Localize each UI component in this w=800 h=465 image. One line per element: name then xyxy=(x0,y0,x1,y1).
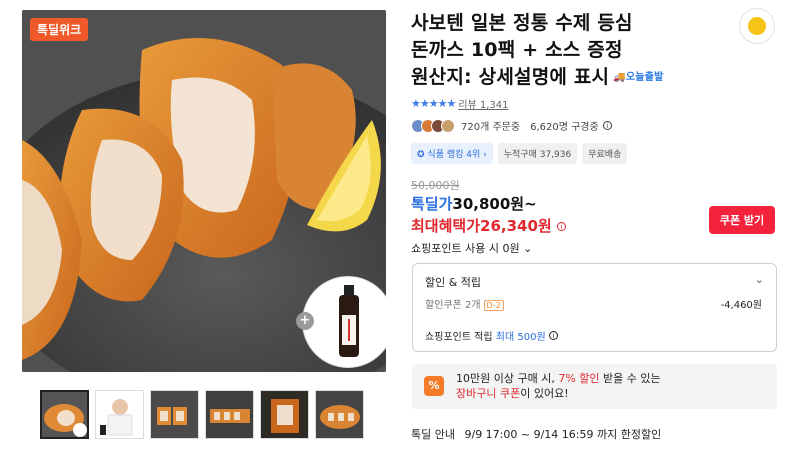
title-line-3: 원산지: 상세설명에 표시 🚚오늘출발 xyxy=(411,64,731,91)
cumulative-purchase-tag: 누적구매 37,936 xyxy=(497,143,578,164)
star-rating-icon: ★★★★★ xyxy=(411,97,456,110)
promo-line-2: 장바구니 쿠폰이 있어요! xyxy=(456,386,661,401)
points-value: 500원 xyxy=(517,332,546,343)
promo-line-2b: 이 있어요! xyxy=(520,387,569,400)
max-benefit-info-icon[interactable]: i xyxy=(556,222,566,231)
deal-info-label: 톡딜 안내 xyxy=(411,428,455,441)
info-icon[interactable]: i xyxy=(602,121,612,130)
percent-icon: % xyxy=(424,376,444,396)
orders-count: 720개 주문중 xyxy=(461,122,521,133)
points-use-label: 쇼핑포인트 사용 시 xyxy=(411,242,499,255)
promo-line-1a: 10만원 이상 구매 시, xyxy=(456,372,555,385)
original-price: 50,000원 xyxy=(411,179,460,192)
discount-panel-title: 할인 & 적립 xyxy=(425,276,482,289)
deal-price: 톡딜가30,800원~ xyxy=(411,193,537,214)
today-delivery-badge: 🚚오늘출발 xyxy=(613,64,663,91)
max-benefit-label: 최대혜택가 xyxy=(411,217,481,235)
ranking-tag[interactable]: ✪ 식품 랭킹 4위 › xyxy=(411,143,493,164)
promo-line-1b: 받을 수 있는 xyxy=(603,372,661,385)
points-use-dropdown[interactable]: 쇼핑포인트 사용 시 0원 ⌄ xyxy=(411,240,532,256)
deal-price-value: 30,800원~ xyxy=(452,195,537,213)
thumbnail-strip xyxy=(40,390,364,439)
deal-period: 9/9 17:00 ~ 9/14 16:59 까지 한정할인 xyxy=(464,428,662,441)
thumbnail-2[interactable] xyxy=(95,390,144,439)
title-line-1: 사보텐 일본 정통 수제 등심 xyxy=(411,12,633,34)
sauce-bottle-icon xyxy=(339,285,359,357)
thumbnail-5[interactable] xyxy=(260,390,309,439)
review-label: 리뷰 xyxy=(458,100,477,111)
deal-info-row: 톡딜 안내 9/9 17:00 ~ 9/14 16:59 까지 한정할인 xyxy=(411,426,661,442)
viewers-count: 6,620명 구경중 xyxy=(530,122,599,133)
thumbnail-4[interactable] xyxy=(205,390,254,439)
product-main-image[interactable]: 톡딜위크 + xyxy=(22,10,386,372)
coupon-discount-amount: -4,460원 xyxy=(720,300,762,311)
thumbnail-6[interactable] xyxy=(315,390,364,439)
add-option-icon[interactable]: + xyxy=(296,312,314,330)
review-link[interactable]: 리뷰 1,341 xyxy=(458,96,508,111)
rating-row: ★★★★★ 리뷰 1,341 xyxy=(411,96,509,111)
max-benefit-price: 최대혜택가26,340원 i xyxy=(411,215,566,236)
get-coupon-button[interactable]: 쿠폰 받기 xyxy=(709,206,775,234)
chevron-right-icon: › xyxy=(483,150,487,160)
ranking-tag-label: 식품 랭킹 4위 xyxy=(427,150,481,160)
product-title: 사보텐 일본 정통 수제 등심 돈까스 10팩 + 소스 증정 원산지: 상세설… xyxy=(411,10,731,91)
title-line-2: 돈까스 10팩 + 소스 증정 xyxy=(411,39,623,61)
promo-text: 10만원 이상 구매 시, 7% 할인 받을 수 있는 장바구니 쿠폰이 있어요… xyxy=(456,371,661,401)
truck-icon: 🚚 xyxy=(613,72,626,83)
week-deal-badge: 톡딜위크 xyxy=(30,18,89,41)
thumbnail-3[interactable] xyxy=(150,390,199,439)
deal-price-label: 톡딜가 xyxy=(411,195,453,213)
social-proof-row: 720개 주문중 6,620명 구경중 i xyxy=(411,118,612,133)
promo-line-1: 10만원 이상 구매 시, 7% 할인 받을 수 있는 xyxy=(456,371,661,386)
max-benefit-value: 26,340원 xyxy=(480,217,552,235)
free-shipping-tag: 무료배송 xyxy=(582,143,628,164)
points-info-icon[interactable]: i xyxy=(548,331,558,340)
brand-seal-icon xyxy=(739,8,775,44)
cart-coupon-promo[interactable]: % 10만원 이상 구매 시, 7% 할인 받을 수 있는 장바구니 쿠폰이 있… xyxy=(412,364,777,409)
sauce-bottle-thumbnail[interactable] xyxy=(302,276,386,368)
title-line-3-text: 원산지: 상세설명에 표시 xyxy=(411,66,610,88)
promo-percent: 7% 할인 xyxy=(558,372,600,385)
chevron-down-icon: ⌄ xyxy=(523,242,533,255)
points-accrual: 쇼핑포인트 적립 최대 500원 i xyxy=(425,328,558,343)
review-count: 1,341 xyxy=(479,100,509,111)
points-prefix: 최대 xyxy=(495,332,515,343)
points-accrual-label: 쇼핑포인트 적립 xyxy=(425,332,493,343)
coupon-label: 할인쿠폰 2개 xyxy=(425,300,481,311)
rank-icon: ✪ xyxy=(417,150,425,160)
d-day-badge: D-2 xyxy=(483,300,504,311)
today-delivery-label: 오늘출발 xyxy=(625,72,664,83)
promo-cart-coupon: 장바구니 쿠폰 xyxy=(456,387,521,400)
thumbnail-1[interactable] xyxy=(40,390,89,439)
points-use-value: 0원 xyxy=(502,242,520,255)
discount-accrual-panel[interactable]: 할인 & 적립 ⌄ 할인쿠폰 2개 D-2 -4,460원 쇼핑포인트 적립 최대… xyxy=(412,263,777,352)
tag-row: ✪ 식품 랭킹 4위 › 누적구매 37,936 무료배송 xyxy=(411,143,628,164)
chevron-down-icon[interactable]: ⌄ xyxy=(755,273,764,286)
coupon-count: 할인쿠폰 2개 D-2 xyxy=(425,296,504,311)
buyer-avatars xyxy=(411,118,455,133)
